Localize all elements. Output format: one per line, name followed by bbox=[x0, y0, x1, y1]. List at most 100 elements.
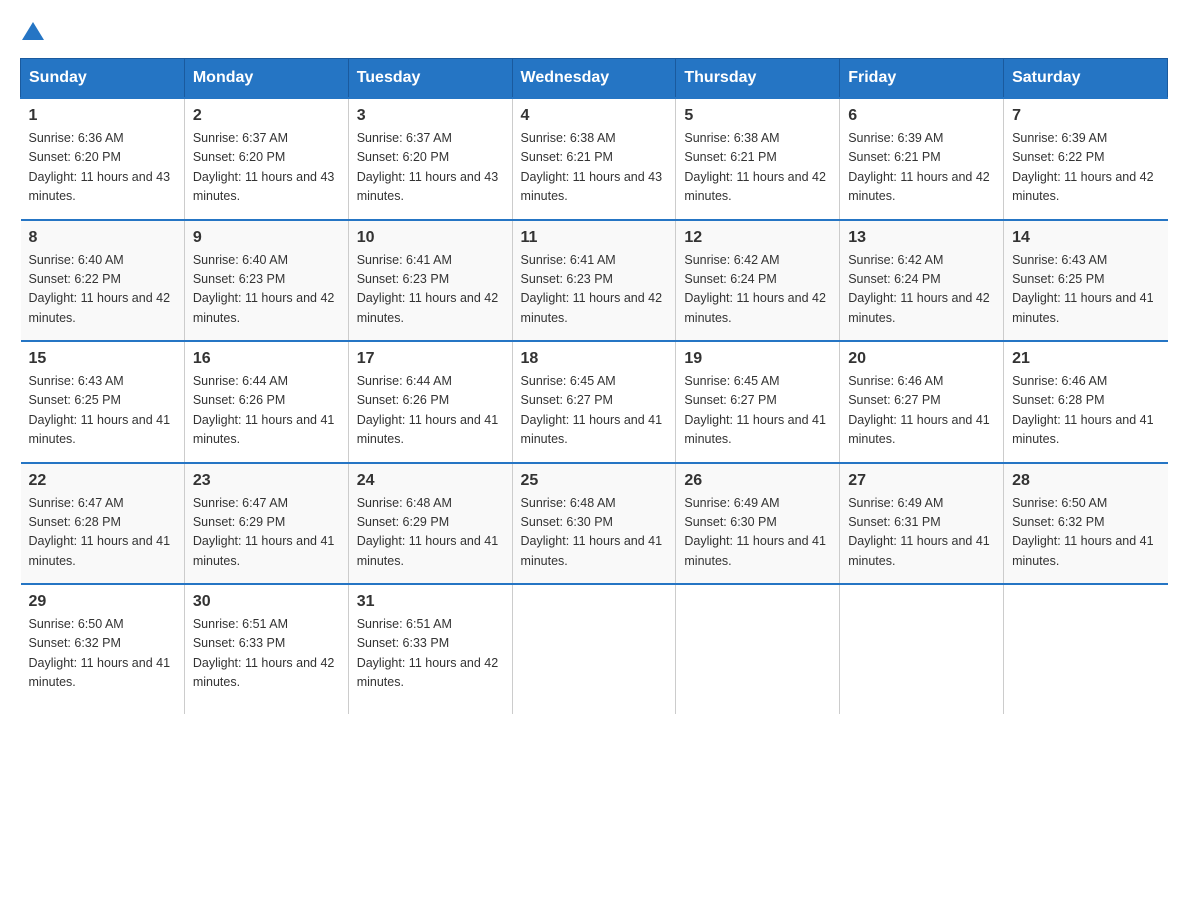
calendar-day-cell: 2 Sunrise: 6:37 AM Sunset: 6:20 PM Dayli… bbox=[184, 98, 348, 220]
day-number: 8 bbox=[29, 229, 176, 247]
day-number: 22 bbox=[29, 472, 176, 490]
calendar-day-cell: 11 Sunrise: 6:41 AM Sunset: 6:23 PM Dayl… bbox=[512, 220, 676, 342]
day-info: Sunrise: 6:43 AM Sunset: 6:25 PM Dayligh… bbox=[1012, 251, 1159, 329]
calendar-day-cell bbox=[840, 584, 1004, 714]
day-info: Sunrise: 6:51 AM Sunset: 6:33 PM Dayligh… bbox=[193, 615, 340, 693]
calendar-day-cell: 28 Sunrise: 6:50 AM Sunset: 6:32 PM Dayl… bbox=[1004, 463, 1168, 585]
day-number: 24 bbox=[357, 472, 504, 490]
calendar-day-cell: 30 Sunrise: 6:51 AM Sunset: 6:33 PM Dayl… bbox=[184, 584, 348, 714]
calendar-table: SundayMondayTuesdayWednesdayThursdayFrid… bbox=[20, 58, 1168, 714]
day-info: Sunrise: 6:50 AM Sunset: 6:32 PM Dayligh… bbox=[1012, 494, 1159, 572]
calendar-day-cell: 17 Sunrise: 6:44 AM Sunset: 6:26 PM Dayl… bbox=[348, 341, 512, 463]
calendar-day-cell: 9 Sunrise: 6:40 AM Sunset: 6:23 PM Dayli… bbox=[184, 220, 348, 342]
calendar-week-row: 29 Sunrise: 6:50 AM Sunset: 6:32 PM Dayl… bbox=[21, 584, 1168, 714]
calendar-day-cell: 19 Sunrise: 6:45 AM Sunset: 6:27 PM Dayl… bbox=[676, 341, 840, 463]
calendar-day-cell: 23 Sunrise: 6:47 AM Sunset: 6:29 PM Dayl… bbox=[184, 463, 348, 585]
day-number: 9 bbox=[193, 229, 340, 247]
calendar-day-cell: 27 Sunrise: 6:49 AM Sunset: 6:31 PM Dayl… bbox=[840, 463, 1004, 585]
calendar-day-cell: 14 Sunrise: 6:43 AM Sunset: 6:25 PM Dayl… bbox=[1004, 220, 1168, 342]
day-info: Sunrise: 6:37 AM Sunset: 6:20 PM Dayligh… bbox=[193, 129, 340, 207]
day-info: Sunrise: 6:47 AM Sunset: 6:29 PM Dayligh… bbox=[193, 494, 340, 572]
day-number: 16 bbox=[193, 350, 340, 368]
day-number: 18 bbox=[521, 350, 668, 368]
calendar-day-cell: 20 Sunrise: 6:46 AM Sunset: 6:27 PM Dayl… bbox=[840, 341, 1004, 463]
day-info: Sunrise: 6:37 AM Sunset: 6:20 PM Dayligh… bbox=[357, 129, 504, 207]
calendar-week-row: 22 Sunrise: 6:47 AM Sunset: 6:28 PM Dayl… bbox=[21, 463, 1168, 585]
day-info: Sunrise: 6:40 AM Sunset: 6:22 PM Dayligh… bbox=[29, 251, 176, 329]
calendar-day-cell: 7 Sunrise: 6:39 AM Sunset: 6:22 PM Dayli… bbox=[1004, 98, 1168, 220]
weekday-header-saturday: Saturday bbox=[1004, 59, 1168, 99]
calendar-day-cell: 16 Sunrise: 6:44 AM Sunset: 6:26 PM Dayl… bbox=[184, 341, 348, 463]
day-info: Sunrise: 6:43 AM Sunset: 6:25 PM Dayligh… bbox=[29, 372, 176, 450]
day-info: Sunrise: 6:46 AM Sunset: 6:27 PM Dayligh… bbox=[848, 372, 995, 450]
calendar-day-cell: 25 Sunrise: 6:48 AM Sunset: 6:30 PM Dayl… bbox=[512, 463, 676, 585]
weekday-header-thursday: Thursday bbox=[676, 59, 840, 99]
day-number: 3 bbox=[357, 107, 504, 125]
day-info: Sunrise: 6:44 AM Sunset: 6:26 PM Dayligh… bbox=[193, 372, 340, 450]
calendar-day-cell: 24 Sunrise: 6:48 AM Sunset: 6:29 PM Dayl… bbox=[348, 463, 512, 585]
calendar-day-cell: 18 Sunrise: 6:45 AM Sunset: 6:27 PM Dayl… bbox=[512, 341, 676, 463]
calendar-day-cell: 21 Sunrise: 6:46 AM Sunset: 6:28 PM Dayl… bbox=[1004, 341, 1168, 463]
weekday-header-row: SundayMondayTuesdayWednesdayThursdayFrid… bbox=[21, 59, 1168, 99]
calendar-day-cell bbox=[512, 584, 676, 714]
calendar-day-cell bbox=[1004, 584, 1168, 714]
day-info: Sunrise: 6:38 AM Sunset: 6:21 PM Dayligh… bbox=[684, 129, 831, 207]
day-info: Sunrise: 6:46 AM Sunset: 6:28 PM Dayligh… bbox=[1012, 372, 1159, 450]
calendar-day-cell: 12 Sunrise: 6:42 AM Sunset: 6:24 PM Dayl… bbox=[676, 220, 840, 342]
day-info: Sunrise: 6:47 AM Sunset: 6:28 PM Dayligh… bbox=[29, 494, 176, 572]
weekday-header-monday: Monday bbox=[184, 59, 348, 99]
calendar-week-row: 8 Sunrise: 6:40 AM Sunset: 6:22 PM Dayli… bbox=[21, 220, 1168, 342]
day-number: 23 bbox=[193, 472, 340, 490]
day-number: 30 bbox=[193, 593, 340, 611]
calendar-day-cell: 8 Sunrise: 6:40 AM Sunset: 6:22 PM Dayli… bbox=[21, 220, 185, 342]
day-number: 7 bbox=[1012, 107, 1159, 125]
day-number: 31 bbox=[357, 593, 504, 611]
day-info: Sunrise: 6:39 AM Sunset: 6:21 PM Dayligh… bbox=[848, 129, 995, 207]
calendar-day-cell: 6 Sunrise: 6:39 AM Sunset: 6:21 PM Dayli… bbox=[840, 98, 1004, 220]
day-number: 5 bbox=[684, 107, 831, 125]
calendar-day-cell: 4 Sunrise: 6:38 AM Sunset: 6:21 PM Dayli… bbox=[512, 98, 676, 220]
day-info: Sunrise: 6:36 AM Sunset: 6:20 PM Dayligh… bbox=[29, 129, 176, 207]
weekday-header-tuesday: Tuesday bbox=[348, 59, 512, 99]
weekday-header-sunday: Sunday bbox=[21, 59, 185, 99]
day-info: Sunrise: 6:41 AM Sunset: 6:23 PM Dayligh… bbox=[357, 251, 504, 329]
day-number: 27 bbox=[848, 472, 995, 490]
day-number: 4 bbox=[521, 107, 668, 125]
calendar-day-cell: 13 Sunrise: 6:42 AM Sunset: 6:24 PM Dayl… bbox=[840, 220, 1004, 342]
day-number: 6 bbox=[848, 107, 995, 125]
calendar-day-cell: 5 Sunrise: 6:38 AM Sunset: 6:21 PM Dayli… bbox=[676, 98, 840, 220]
day-number: 14 bbox=[1012, 229, 1159, 247]
weekday-header-friday: Friday bbox=[840, 59, 1004, 99]
day-info: Sunrise: 6:42 AM Sunset: 6:24 PM Dayligh… bbox=[684, 251, 831, 329]
day-info: Sunrise: 6:41 AM Sunset: 6:23 PM Dayligh… bbox=[521, 251, 668, 329]
day-info: Sunrise: 6:50 AM Sunset: 6:32 PM Dayligh… bbox=[29, 615, 176, 693]
calendar-week-row: 15 Sunrise: 6:43 AM Sunset: 6:25 PM Dayl… bbox=[21, 341, 1168, 463]
day-number: 26 bbox=[684, 472, 831, 490]
day-info: Sunrise: 6:48 AM Sunset: 6:30 PM Dayligh… bbox=[521, 494, 668, 572]
calendar-day-cell: 3 Sunrise: 6:37 AM Sunset: 6:20 PM Dayli… bbox=[348, 98, 512, 220]
day-number: 29 bbox=[29, 593, 176, 611]
page-header bbox=[20, 20, 1168, 40]
logo bbox=[20, 20, 44, 40]
calendar-day-cell bbox=[676, 584, 840, 714]
day-info: Sunrise: 6:44 AM Sunset: 6:26 PM Dayligh… bbox=[357, 372, 504, 450]
day-number: 20 bbox=[848, 350, 995, 368]
day-number: 2 bbox=[193, 107, 340, 125]
day-info: Sunrise: 6:38 AM Sunset: 6:21 PM Dayligh… bbox=[521, 129, 668, 207]
calendar-day-cell: 1 Sunrise: 6:36 AM Sunset: 6:20 PM Dayli… bbox=[21, 98, 185, 220]
day-info: Sunrise: 6:48 AM Sunset: 6:29 PM Dayligh… bbox=[357, 494, 504, 572]
day-number: 25 bbox=[521, 472, 668, 490]
day-number: 21 bbox=[1012, 350, 1159, 368]
calendar-day-cell: 26 Sunrise: 6:49 AM Sunset: 6:30 PM Dayl… bbox=[676, 463, 840, 585]
day-info: Sunrise: 6:49 AM Sunset: 6:30 PM Dayligh… bbox=[684, 494, 831, 572]
day-number: 11 bbox=[521, 229, 668, 247]
weekday-header-wednesday: Wednesday bbox=[512, 59, 676, 99]
calendar-day-cell: 10 Sunrise: 6:41 AM Sunset: 6:23 PM Dayl… bbox=[348, 220, 512, 342]
day-number: 28 bbox=[1012, 472, 1159, 490]
day-info: Sunrise: 6:42 AM Sunset: 6:24 PM Dayligh… bbox=[848, 251, 995, 329]
calendar-day-cell: 15 Sunrise: 6:43 AM Sunset: 6:25 PM Dayl… bbox=[21, 341, 185, 463]
day-info: Sunrise: 6:45 AM Sunset: 6:27 PM Dayligh… bbox=[521, 372, 668, 450]
day-info: Sunrise: 6:51 AM Sunset: 6:33 PM Dayligh… bbox=[357, 615, 504, 693]
logo-triangle-icon bbox=[22, 22, 44, 40]
day-number: 10 bbox=[357, 229, 504, 247]
